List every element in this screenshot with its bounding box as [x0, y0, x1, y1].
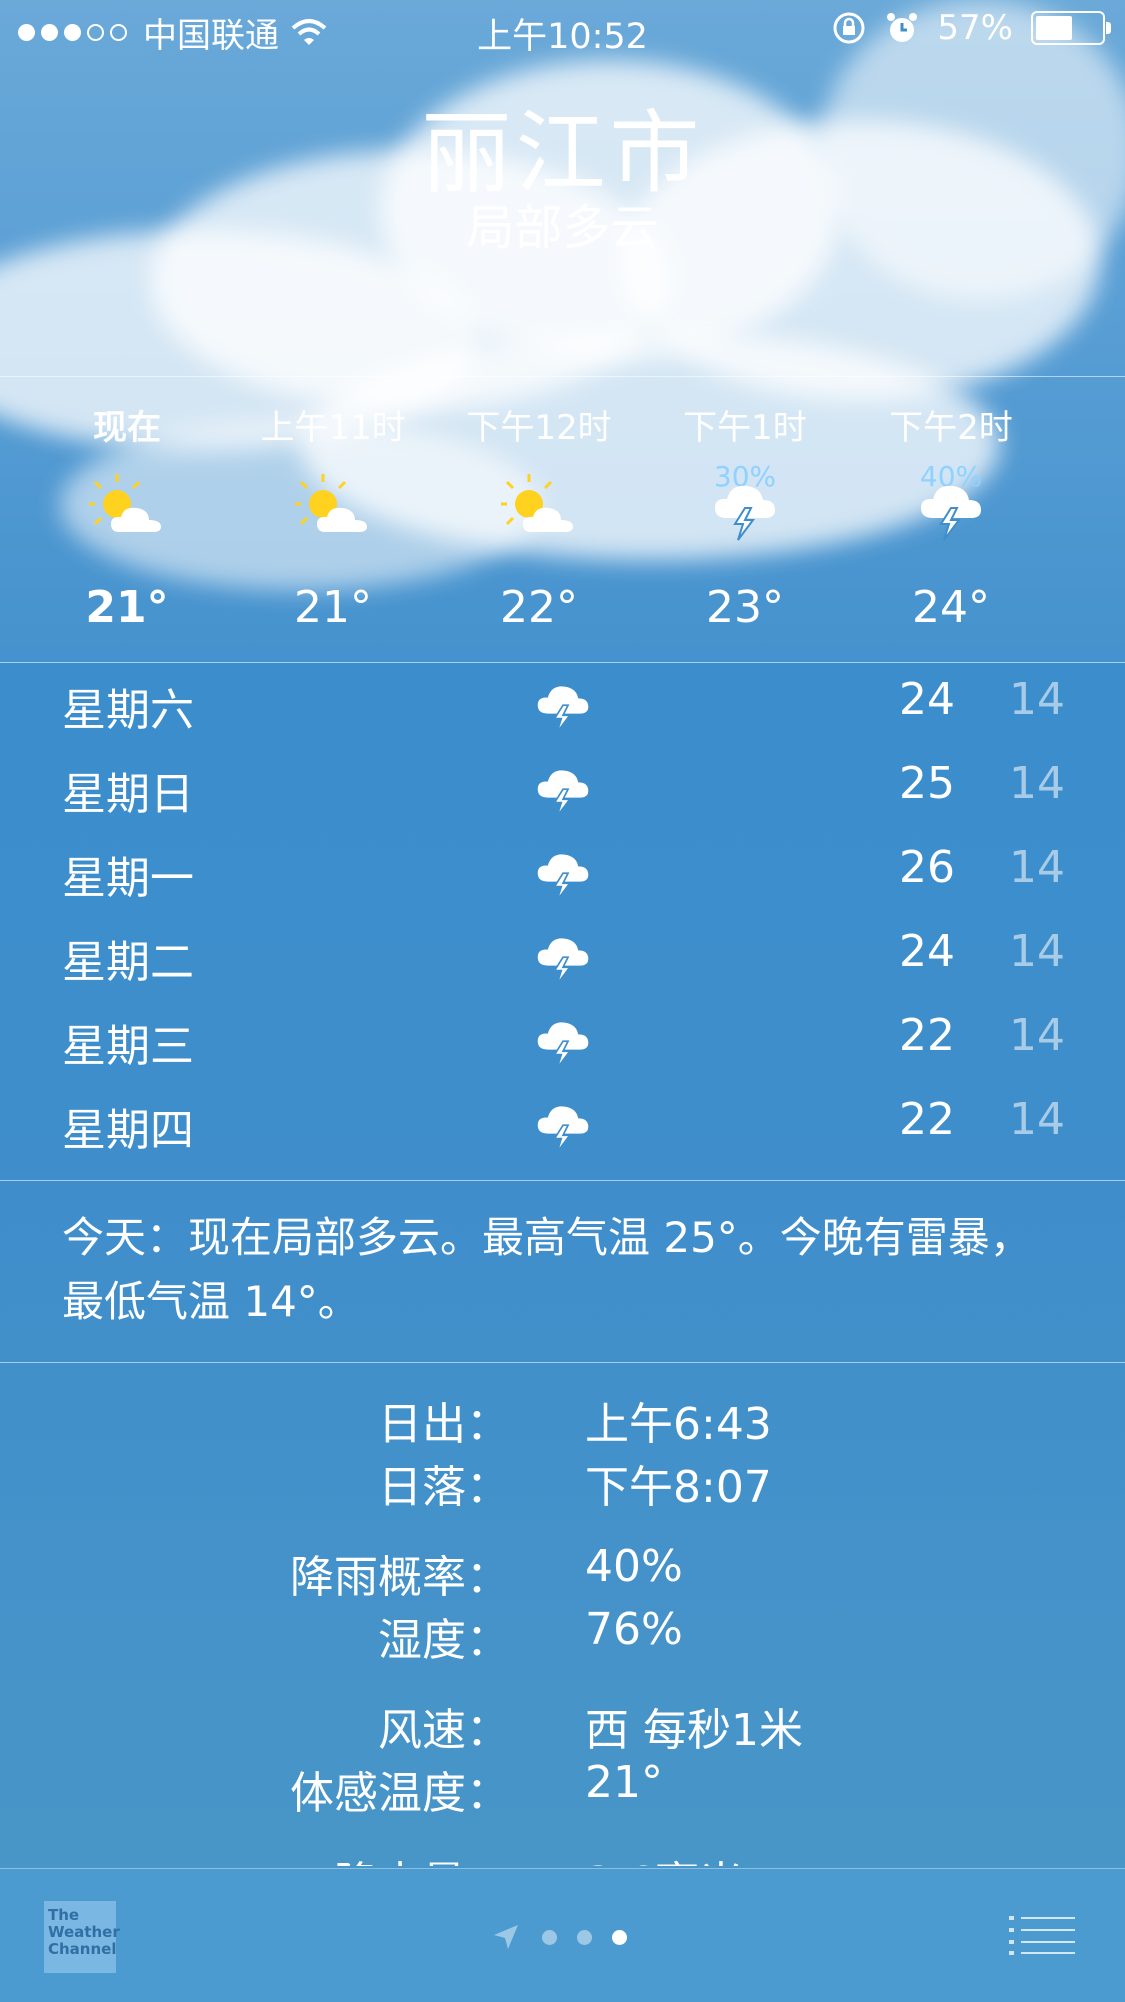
detail-row: 降雨概率： 40% [0, 1541, 1125, 1605]
detail-label: 湿度： [378, 1615, 510, 1666]
low-temp: 14 [1009, 1010, 1065, 1061]
detail-label: 体感温度： [290, 1768, 510, 1819]
thunderstorm-icon [531, 1012, 595, 1072]
city-list-icon[interactable] [1009, 1915, 1075, 1955]
detail-row: 日落： 下午8:07 [0, 1451, 1125, 1515]
detail-value: 40% [585, 1541, 683, 1592]
detail-value: 西 每秒1米 [585, 1705, 803, 1756]
detail-row: 降水量： 3.6毫米 [0, 1847, 1125, 1866]
alarm-icon [887, 13, 918, 42]
high-temp: 22 [899, 1010, 955, 1061]
hour-column: 下午1时 30% 23° [642, 378, 848, 660]
hour-label: 下午12时 [466, 408, 612, 448]
bottom-bar: The Weather Channel [0, 1868, 1125, 2002]
high-temp: 22 [899, 1094, 955, 1145]
thunderstorm-icon [531, 1096, 595, 1156]
high-temp: 25 [899, 758, 955, 809]
low-temp: 14 [1009, 842, 1065, 893]
detail-row: 日出： 上午6:43 [0, 1388, 1125, 1452]
high-temp: 24 [899, 674, 955, 725]
partly-sunny-icon [295, 474, 371, 544]
detail-label: 日出： [378, 1399, 510, 1450]
detail-row: 风速： 西 每秒1米 [0, 1694, 1125, 1758]
day-name: 星期日 [62, 769, 194, 820]
high-temp: 26 [899, 842, 955, 893]
hour-temp: 21° [294, 582, 372, 633]
hour-label: 现在 [93, 408, 161, 448]
hour-temp: 2 [1054, 582, 1125, 633]
detail-value: 3.6毫米 [585, 1847, 743, 1866]
hour-temp: 21° [85, 582, 169, 633]
low-temp: 14 [1009, 1094, 1065, 1145]
page-dot[interactable] [542, 1929, 557, 1945]
detail-label: 降雨概率： [290, 1552, 510, 1603]
status-bar: 中国联通 上午10:52 57% [0, 0, 1125, 60]
detail-value: 上午6:43 [585, 1399, 772, 1450]
battery-percent: 57% [937, 8, 1013, 48]
detail-value: 76% [585, 1604, 683, 1655]
thunderstorm-icon [1119, 474, 1125, 544]
divider [0, 1362, 1125, 1363]
day-row: 星期六 24 14 [0, 664, 1125, 748]
hour-label: 下 [1054, 400, 1125, 449]
day-name: 星期一 [62, 853, 194, 904]
day-row: 星期四 22 14 [0, 1084, 1125, 1168]
hour-column: 下午2时 40% 24° [848, 378, 1054, 660]
thunderstorm-icon [531, 760, 595, 820]
day-row: 星期二 24 14 [0, 916, 1125, 1000]
hour-column: 下午12时 22° [436, 378, 642, 660]
day-row: 星期一 26 14 [0, 832, 1125, 916]
detail-value: 下午8:07 [585, 1462, 772, 1513]
detail-label: 风速： [378, 1705, 510, 1756]
detail-row: 湿度： 76% [0, 1604, 1125, 1668]
hour-temp: 23° [706, 582, 784, 633]
today-summary: 今天：现在局部多云。最高气温 25°。今晚有雷暴，最低气温 14°。 [62, 1213, 1032, 1326]
hour-column: 现在 21° [24, 378, 230, 660]
detail-label: 降水量： [334, 1847, 510, 1866]
day-name: 星期二 [62, 937, 194, 988]
partly-sunny-icon [501, 474, 577, 544]
page-dot-active[interactable] [612, 1929, 627, 1945]
thunderstorm-icon [531, 928, 595, 988]
page-dot[interactable] [577, 1929, 592, 1945]
detail-row: 体感温度： 21° [0, 1757, 1125, 1821]
thunderstorm-icon [913, 474, 989, 544]
partly-sunny-icon [89, 474, 165, 544]
hourly-forecast[interactable]: 现在 21° 上午11时 21° 下午12时 22° 下午1时 30% 23° 下午2时 40% 24… [0, 378, 1125, 660]
hour-column: 上午11时 21° [230, 378, 436, 660]
hour-temp: 24° [912, 582, 990, 633]
weather-details: 日出： 上午6:43 日落： 下午8:07 降雨概率： 40% 湿度： 76% 风速： 西 每秒1… [0, 1388, 1125, 1866]
thunderstorm-icon [531, 844, 595, 904]
day-row: 星期三 22 14 [0, 1000, 1125, 1084]
hour-label: 上午11时 [260, 408, 406, 448]
hour-label: 下午1时 [683, 408, 807, 448]
hour-label: 下午2时 [889, 408, 1013, 448]
divider [0, 1180, 1125, 1181]
day-row: 星期日 25 14 [0, 748, 1125, 832]
divider [0, 376, 1125, 377]
hour-temp: 22° [500, 582, 578, 633]
hour-column: 下2 [1054, 378, 1125, 660]
day-name: 星期六 [62, 685, 194, 736]
low-temp: 14 [1009, 926, 1065, 977]
weather-channel-logo[interactable]: The Weather Channel [44, 1901, 120, 1973]
low-temp: 14 [1009, 758, 1065, 809]
thunderstorm-icon [707, 474, 783, 544]
location-arrow-icon [494, 1925, 518, 1949]
battery-icon [1031, 11, 1111, 45]
rotation-lock-icon [833, 12, 865, 44]
high-temp: 24 [899, 926, 955, 977]
detail-label: 日落： [378, 1462, 510, 1513]
low-temp: 14 [1009, 674, 1065, 725]
page-indicator[interactable] [490, 1921, 627, 1953]
day-name: 星期三 [62, 1021, 194, 1072]
thunderstorm-icon [531, 676, 595, 736]
day-name: 星期四 [62, 1105, 194, 1156]
detail-value: 21° [585, 1757, 663, 1808]
divider [0, 662, 1125, 663]
current-condition: 局部多云 [466, 200, 659, 256]
